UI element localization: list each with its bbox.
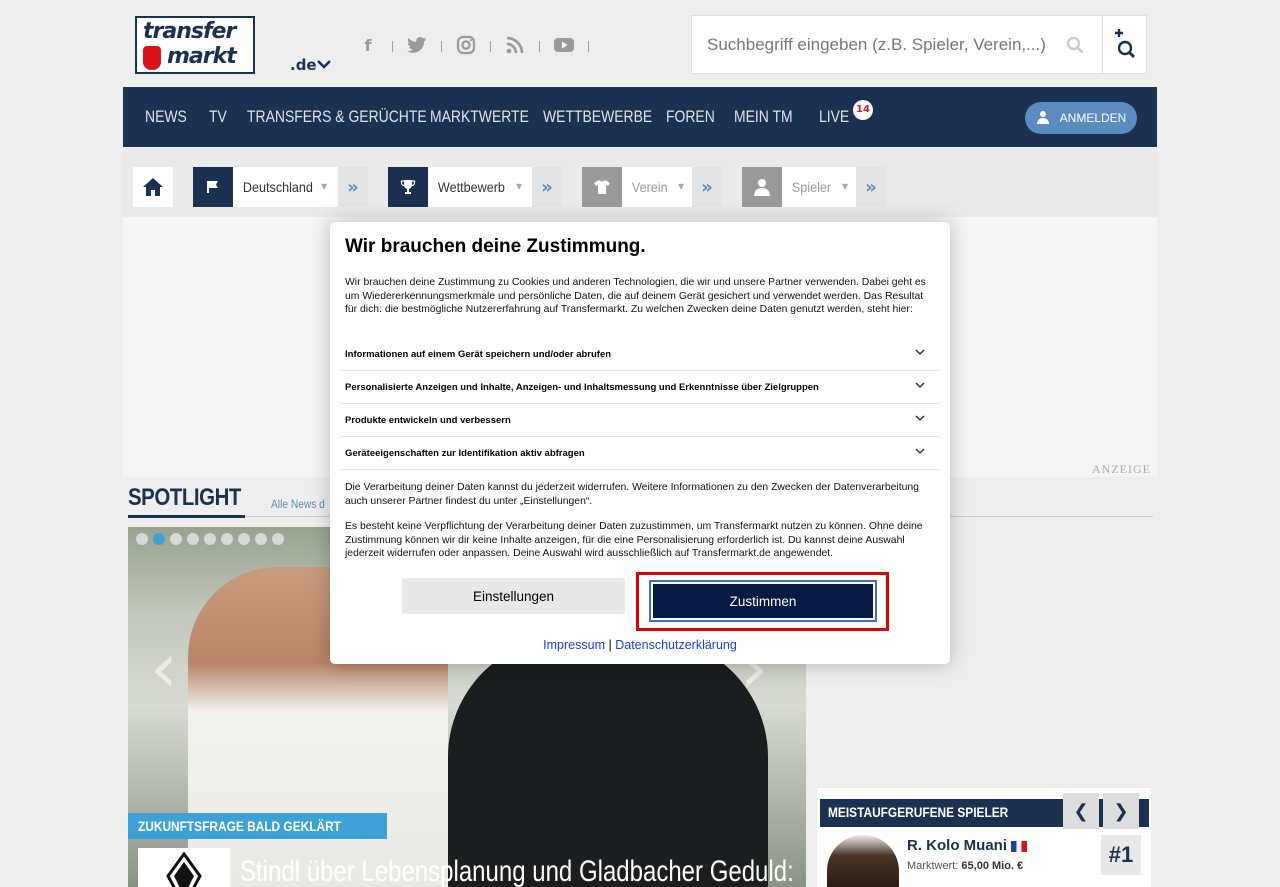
purpose-accordion-device-scan[interactable]: Geräteeigenschaften zur Identifikation a… [340, 437, 940, 470]
consent-dialog: Wir brauchen deine Zustimmung. Wir brauc… [330, 222, 950, 664]
chevron-down-icon[interactable] [915, 347, 925, 359]
purpose-label: Geräteeigenschaften zur Identifikation a… [345, 448, 585, 459]
consent-overlay: Wir brauchen deine Zustimmung. Wir brauc… [0, 0, 1280, 887]
link-separator: | [608, 638, 612, 652]
privacy-link[interactable]: Datenschutzerklärung [615, 638, 737, 652]
imprint-link[interactable]: Impressum [543, 638, 605, 652]
chevron-down-icon[interactable] [915, 446, 925, 458]
purpose-label: Personalisierte Anzeigen und Inhalte, An… [345, 382, 819, 393]
chevron-down-icon[interactable] [915, 413, 925, 425]
purpose-accordion-storage[interactable]: Informationen auf einem Gerät speichern … [340, 338, 940, 371]
settings-button[interactable]: Einstellungen [402, 578, 625, 614]
consent-intro: Wir brauchen deine Zustimmung zu Cookies… [345, 277, 926, 315]
consent-withdraw-text: Die Verarbeitung deiner Daten kannst du … [345, 482, 919, 507]
consent-links: Impressum | Datenschutzerklärung [330, 638, 950, 652]
accept-button[interactable]: Zustimmen [649, 580, 877, 622]
purpose-label: Informationen auf einem Gerät speichern … [345, 349, 612, 360]
purpose-label: Produkte entwickeln und verbessern [345, 415, 511, 426]
purpose-accordion-products[interactable]: Produkte entwickeln und verbessern [340, 404, 940, 437]
chevron-down-icon[interactable] [915, 380, 925, 392]
consent-obligation-text: Es besteht keine Verpflichtung der Verar… [345, 521, 923, 559]
purpose-accordion-personalised-ads[interactable]: Personalisierte Anzeigen und Inhalte, An… [340, 371, 940, 404]
consent-title: Wir brauchen deine Zustimmung. [345, 236, 646, 257]
